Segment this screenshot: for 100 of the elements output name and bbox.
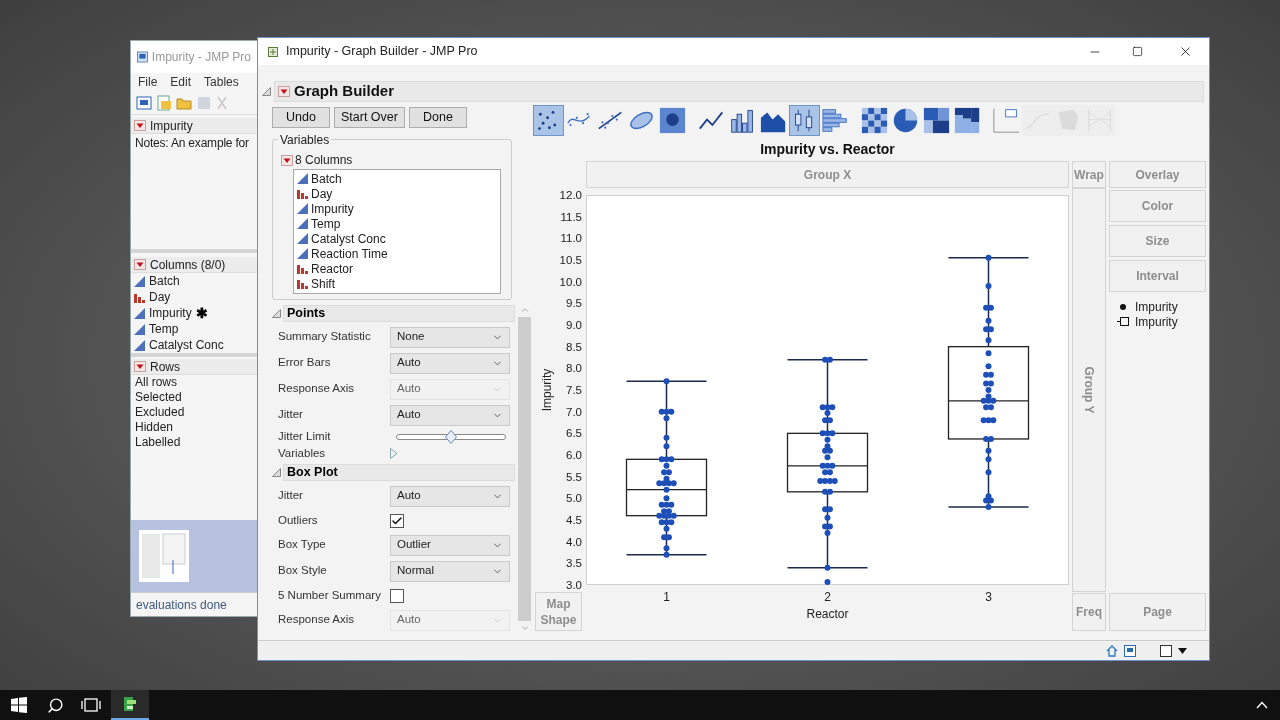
toolbar-button[interactable]: Undo: [272, 107, 330, 128]
app-icon: [268, 46, 278, 57]
setting-label: Response Axis: [278, 612, 356, 628]
setting-label: Jitter: [278, 488, 304, 504]
window-list-icon[interactable]: [1124, 644, 1136, 657]
column-group-title[interactable]: 8 Columns: [295, 151, 353, 169]
scatter-points-icon[interactable]: [533, 105, 564, 136]
y-tick-label: 5.5: [566, 470, 582, 483]
y-tick-label: 11.5: [560, 210, 582, 223]
scrollbar[interactable]: [517, 305, 532, 633]
treemap-icon[interactable]: [921, 105, 952, 136]
scrollbar-thumb[interactable]: [518, 317, 531, 621]
dropdown-field[interactable]: Normal: [390, 560, 510, 582]
dropdown-triangle-icon[interactable]: [278, 86, 290, 97]
continuous-column-icon: [297, 218, 308, 229]
data-point: [663, 434, 670, 441]
continuous-column-icon: [297, 173, 308, 184]
menu-item[interactable]: Tables: [204, 73, 239, 91]
column-name[interactable]: Impurity: [149, 304, 192, 322]
continuous-column-icon: [134, 339, 145, 351]
y-tick-label: 9.0: [566, 319, 582, 331]
column-name[interactable]: Temp: [149, 320, 179, 338]
home-icon[interactable]: [1106, 644, 1118, 657]
dropdown-field[interactable]: Auto: [390, 404, 510, 426]
app-icon: [137, 50, 148, 64]
y-tick-label: 3.5: [566, 557, 582, 570]
box-legend-icon: [1117, 317, 1129, 326]
dropdown-triangle-icon[interactable]: [134, 361, 146, 372]
heatmap-icon[interactable]: [859, 105, 890, 136]
y-tick-label: 7.0: [566, 405, 582, 418]
data-point: [985, 447, 992, 454]
setting-label: Box Style: [278, 563, 328, 579]
contour-icon[interactable]: [657, 105, 688, 136]
taskbar-app-button[interactable]: [111, 690, 149, 720]
row-state-label: Excluded: [134, 405, 186, 420]
setting-label: Jitter: [278, 407, 304, 423]
start-logo-icon[interactable]: [11, 697, 27, 713]
setting-label: 5 Number Summary: [278, 587, 382, 603]
dropdown-triangle-icon[interactable]: [134, 120, 146, 131]
check-icon: [391, 514, 403, 527]
continuous-column-icon: [297, 248, 308, 259]
checkbox[interactable]: [390, 588, 404, 603]
panel-title: Rows: [150, 358, 180, 376]
maximize-icon[interactable]: [1132, 46, 1143, 57]
search-icon[interactable]: [47, 696, 64, 714]
column-name[interactable]: Catalyst Conc: [149, 336, 224, 354]
y-tick-label: 10.0: [559, 275, 582, 288]
y-tick-label: 9.5: [566, 297, 582, 310]
y-tick-label: 6.0: [566, 449, 582, 461]
box-plot-icon[interactable]: [789, 105, 820, 136]
data-point: [985, 254, 992, 261]
close-icon[interactable]: [1178, 44, 1193, 59]
row-state-label: Labelled: [134, 435, 182, 450]
section-header[interactable]: Points: [283, 305, 515, 322]
new-table-icon[interactable]: [136, 94, 152, 111]
disclosure-icon[interactable]: [272, 468, 281, 477]
y-tick-label: 8.5: [566, 340, 582, 353]
setting-label: Outliers: [278, 512, 319, 528]
menu-item[interactable]: File: [138, 73, 158, 91]
notes-text: Notes: An example for: [134, 135, 250, 152]
data-point: [824, 564, 831, 571]
legend-label: Impurity: [1135, 314, 1178, 331]
dropdown-field[interactable]: Auto: [390, 352, 510, 374]
continuous-column-icon: [134, 307, 145, 319]
column-name[interactable]: Day: [149, 288, 171, 306]
menu-item[interactable]: Edit: [170, 73, 192, 91]
slider-thumb[interactable]: [445, 429, 457, 444]
column-name[interactable]: Temp: [311, 214, 341, 233]
dropdown-triangle-icon[interactable]: [134, 259, 146, 270]
y-tick-label: 4.5: [566, 514, 582, 526]
setting-label: Summary Statistic: [278, 329, 372, 345]
disclosure-icon[interactable]: [262, 87, 271, 96]
toolbar-button[interactable]: Start Over: [334, 107, 405, 128]
toolbar-button[interactable]: Done: [408, 107, 467, 128]
x-axis-title: Reactor: [806, 607, 849, 621]
continuous-column-icon: [297, 233, 308, 244]
section-header[interactable]: Box Plot: [283, 464, 515, 481]
chevron-up-icon[interactable]: [1256, 701, 1268, 709]
window-thumbnail[interactable]: [139, 530, 189, 582]
nominal-column-icon: [134, 291, 145, 303]
dropdown-field[interactable]: None: [390, 326, 510, 348]
setting-label: Box Type: [278, 537, 327, 553]
continuous-column-icon: [134, 323, 145, 335]
point-legend-icon: [1120, 303, 1126, 310]
dropdown-field[interactable]: Auto: [390, 485, 510, 507]
window-title: Impurity - JMP Pro: [151, 49, 251, 66]
row-state-label: All rows: [134, 375, 178, 390]
task-view-icon[interactable]: [81, 698, 101, 712]
data-point: [985, 337, 992, 344]
checkbox[interactable]: [390, 513, 404, 528]
checkbox-icon[interactable]: [1160, 644, 1172, 657]
data-point: [985, 469, 992, 476]
column-name[interactable]: Batch: [149, 272, 180, 290]
x-tick-label: 2: [824, 590, 831, 604]
dropdown-field[interactable]: Outlier: [390, 534, 510, 556]
caret-down-icon[interactable]: [1178, 647, 1187, 654]
x-tick-label: 1: [663, 590, 670, 604]
disclosure-icon[interactable]: [272, 309, 281, 318]
data-point: [824, 578, 831, 585]
y-tick-label: 5.0: [566, 492, 582, 505]
